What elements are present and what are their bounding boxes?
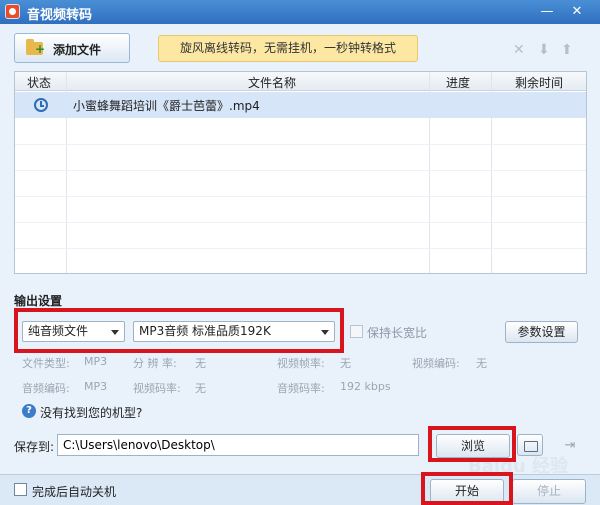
info-value: 无 [195,357,206,370]
save-to-label: 保存到: [14,440,55,454]
table-row[interactable]: 小蜜蜂舞蹈培训《爵士芭蕾》.mp4 [15,92,586,118]
save-path-input[interactable] [57,434,419,456]
move-down-icon[interactable]: ⬇ [538,43,550,57]
app-icon [5,4,20,19]
close-button[interactable]: ✕ [566,2,588,21]
info-label: 音频码率: [277,382,325,395]
stop-button[interactable]: 停止 [512,479,586,504]
info-value: MP3 [84,380,108,393]
help-link[interactable]: 没有找到您的机型? [40,404,142,421]
row-divider [15,170,586,171]
add-file-label: 添加文件 [53,43,102,57]
column-filename[interactable]: 文件名称 [248,74,296,91]
info-label: 视频码率: [133,382,181,395]
file-list-header: 状态 文件名称 进度 剩余时间 [15,72,586,91]
highlight-box [421,472,513,505]
info-label: 视频帧率: [277,357,325,370]
params-settings-button[interactable]: 参数设置 [505,321,578,343]
keep-ratio-label: 保持长宽比 [367,326,428,340]
row-divider [15,222,586,223]
promo-banner[interactable]: 旋风离线转码，无需挂机，一秒钟转格式 [158,35,418,62]
row-divider [15,248,586,249]
file-name: 小蜜蜂舞蹈培训《爵士芭蕾》.mp4 [73,99,260,113]
minimize-button[interactable]: — [536,2,558,21]
column-status[interactable]: 状态 [27,74,51,91]
clock-icon [34,98,48,112]
column-remaining[interactable]: 剩余时间 [515,74,563,91]
info-label: 分 辨 率: [133,357,177,370]
help-icon[interactable]: ? [22,404,36,418]
highlight-box [428,426,516,462]
delete-icon[interactable]: ✕ [513,43,525,57]
auto-shutdown-checkbox[interactable] [14,483,27,496]
info-label: 文件类型: [22,357,70,370]
title-bar: 音视频转码 — ✕ [0,0,600,24]
add-folder-icon [26,39,45,55]
keep-ratio-checkbox[interactable] [350,325,363,338]
auto-shutdown-label: 完成后自动关机 [32,485,117,499]
move-up-icon[interactable]: ⬆ [561,43,573,57]
info-value: 无 [195,382,206,395]
highlight-box [14,308,344,353]
column-progress[interactable]: 进度 [446,74,470,91]
output-settings-title: 输出设置 [14,294,63,308]
info-label: 音频编码: [22,382,70,395]
window-title: 音视频转码 [27,8,93,23]
add-file-button[interactable]: 添加文件 [14,33,130,63]
info-value: 无 [340,357,351,370]
info-value: 无 [476,357,487,370]
file-list[interactable]: 状态 文件名称 进度 剩余时间 小蜜蜂舞蹈培训《爵士芭蕾》.mp4 [14,71,587,274]
info-value: 192 kbps [340,380,391,393]
row-divider [15,196,586,197]
info-label: 视频编码: [412,357,460,370]
info-value: MP3 [84,355,108,368]
row-divider [15,144,586,145]
